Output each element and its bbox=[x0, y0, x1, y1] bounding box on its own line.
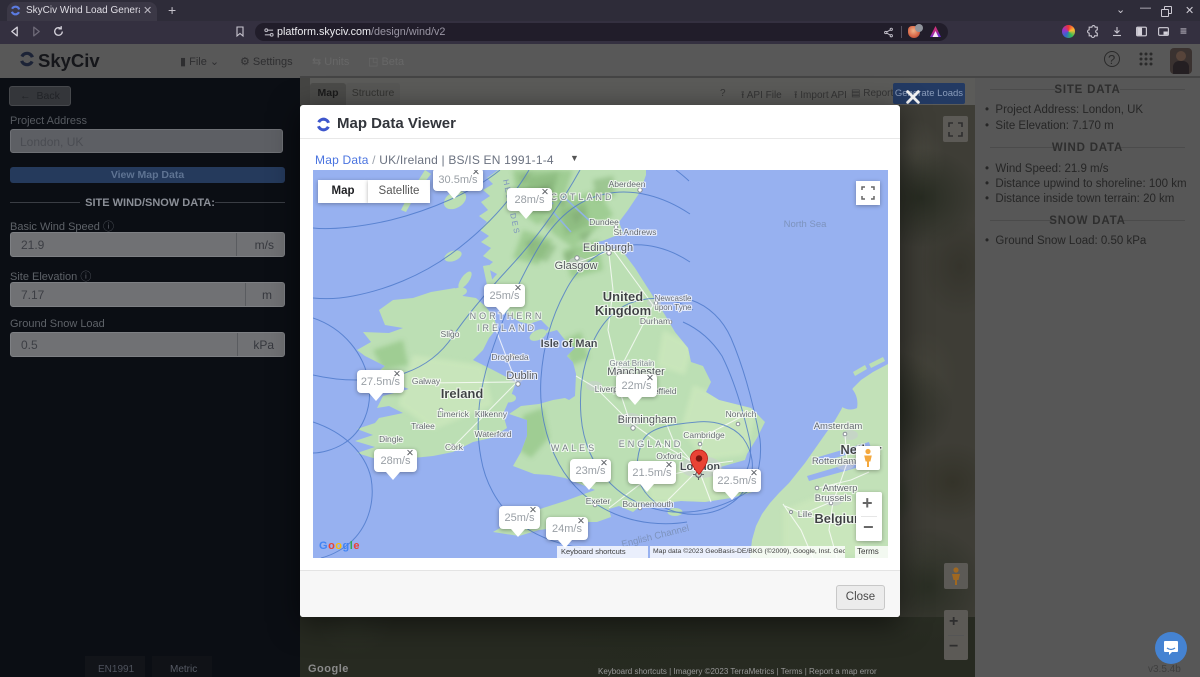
svg-text:Dundee: Dundee bbox=[589, 217, 619, 227]
svg-text:Birmingham: Birmingham bbox=[618, 414, 677, 426]
svg-text:Dingle: Dingle bbox=[379, 434, 403, 444]
svg-text:Ireland: Ireland bbox=[441, 386, 484, 401]
svg-text:Kilkenny: Kilkenny bbox=[475, 409, 508, 419]
svg-text:Rotterdam: Rotterdam bbox=[812, 456, 856, 467]
svg-text:Exeter: Exeter bbox=[586, 496, 611, 506]
svg-text:Great Britain: Great Britain bbox=[610, 359, 655, 368]
svg-text:Aberdeen: Aberdeen bbox=[609, 179, 646, 189]
svg-text:Isle of Man: Isle of Man bbox=[541, 338, 598, 350]
svg-text:Dublin: Dublin bbox=[506, 370, 537, 382]
svg-text:Bournemouth: Bournemouth bbox=[622, 499, 673, 509]
svg-text:Cork: Cork bbox=[445, 442, 464, 452]
svg-text:Norwich: Norwich bbox=[726, 409, 757, 419]
svg-text:St Andrews: St Andrews bbox=[614, 227, 657, 237]
svg-text:WALES: WALES bbox=[551, 443, 597, 453]
svg-text:upon Tyne: upon Tyne bbox=[654, 303, 692, 312]
svg-text:ENGLAND: ENGLAND bbox=[619, 439, 684, 449]
svg-text:Newcastle: Newcastle bbox=[655, 294, 692, 303]
svg-text:Kingdom: Kingdom bbox=[595, 303, 651, 318]
svg-text:Sligo: Sligo bbox=[441, 329, 460, 339]
svg-text:United: United bbox=[603, 289, 644, 304]
svg-text:SCOTLAND: SCOTLAND bbox=[541, 192, 614, 202]
svg-text:Cambridge: Cambridge bbox=[683, 430, 725, 440]
svg-text:Waterford: Waterford bbox=[474, 429, 511, 439]
svg-text:Glasgow: Glasgow bbox=[555, 260, 598, 272]
svg-text:Edinburgh: Edinburgh bbox=[583, 242, 633, 254]
svg-text:IRELAND: IRELAND bbox=[477, 323, 537, 333]
svg-text:Drogheda: Drogheda bbox=[491, 352, 529, 362]
svg-text:Amsterdam: Amsterdam bbox=[814, 421, 863, 432]
svg-text:North Sea: North Sea bbox=[784, 219, 827, 230]
svg-text:Tralee: Tralee bbox=[411, 421, 435, 431]
svg-text:Brussels: Brussels bbox=[815, 493, 852, 504]
svg-text:Galway: Galway bbox=[412, 376, 441, 386]
svg-text:Limerick: Limerick bbox=[437, 409, 469, 419]
svg-text:Lille: Lille bbox=[798, 510, 813, 519]
